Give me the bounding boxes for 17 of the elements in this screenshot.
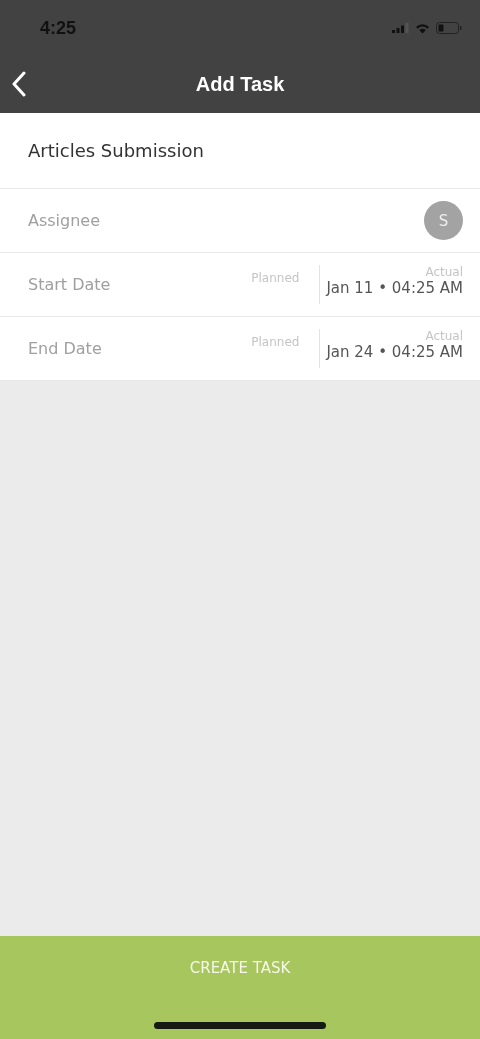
actual-label: Actual (425, 329, 463, 343)
planned-label[interactable]: Planned (251, 335, 300, 349)
wifi-icon (415, 22, 430, 34)
back-icon[interactable] (11, 71, 27, 97)
screen-title: Add Task (195, 73, 285, 96)
battery-icon (436, 22, 462, 34)
actual-label: Actual (425, 265, 463, 279)
signal-icon (392, 23, 409, 33)
actual-date-value[interactable]: Jan 11 • 04:25 AM (326, 279, 463, 297)
assignee-avatar[interactable]: S (424, 201, 463, 240)
assignee-label: Assignee (28, 211, 102, 230)
date-label: Start Date (28, 275, 112, 294)
planned-label[interactable]: Planned (251, 271, 300, 285)
create-task-button[interactable]: CREATE TASK (0, 936, 480, 1039)
actual-date-value[interactable]: Jan 24 • 04:25 AM (326, 343, 463, 361)
date-label: End Date (28, 339, 103, 358)
task-name-field[interactable]: Articles Submission (28, 140, 328, 161)
